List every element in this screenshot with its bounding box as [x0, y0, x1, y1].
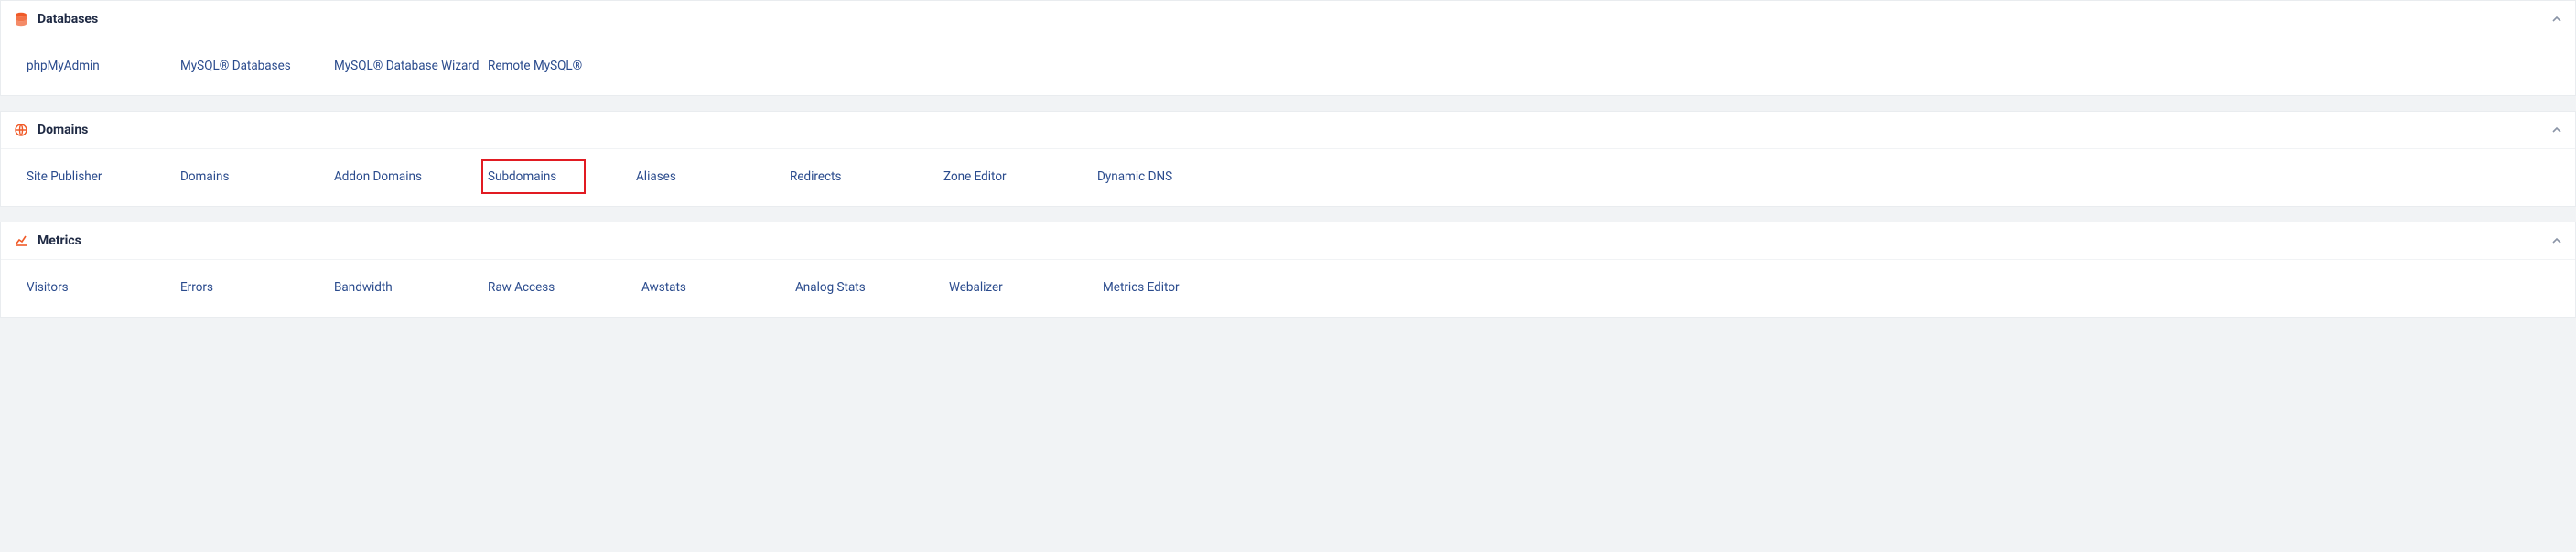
database-icon — [14, 12, 28, 27]
panel-title: Databases — [38, 12, 2551, 27]
panel-domains: Domains Site Publisher Domains Addon Dom… — [0, 111, 2576, 207]
item-metrics-editor[interactable]: Metrics Editor — [1103, 275, 1256, 300]
item-remote-mysql[interactable]: Remote MySQL® — [488, 53, 641, 79]
item-webalizer[interactable]: Webalizer — [949, 275, 1103, 300]
panel-header-metrics[interactable]: Metrics — [1, 222, 2575, 260]
panel-title: Domains — [38, 123, 2551, 137]
panel-body-domains: Site Publisher Domains Addon Domains Sub… — [1, 149, 2575, 206]
item-errors[interactable]: Errors — [180, 275, 334, 300]
item-aliases[interactable]: Aliases — [636, 164, 790, 189]
chart-icon — [14, 233, 28, 248]
chevron-up-icon — [2551, 124, 2562, 135]
item-mysql-databases[interactable]: MySQL® Databases — [180, 53, 334, 79]
item-analog-stats[interactable]: Analog Stats — [795, 275, 949, 300]
item-bandwidth[interactable]: Bandwidth — [334, 275, 488, 300]
panel-header-databases[interactable]: Databases — [1, 1, 2575, 38]
item-domains[interactable]: Domains — [180, 164, 334, 189]
panel-databases: Databases phpMyAdmin MySQL® Databases My… — [0, 0, 2576, 96]
item-redirects[interactable]: Redirects — [790, 164, 943, 189]
chevron-up-icon — [2551, 235, 2562, 246]
panel-body-databases: phpMyAdmin MySQL® Databases MySQL® Datab… — [1, 38, 2575, 95]
panel-metrics: Metrics Visitors Errors Bandwidth Raw Ac… — [0, 222, 2576, 318]
item-visitors[interactable]: Visitors — [27, 275, 180, 300]
item-subdomains[interactable]: Subdomains — [482, 160, 585, 193]
item-mysql-database-wizard[interactable]: MySQL® Database Wizard — [334, 53, 488, 79]
chevron-up-icon — [2551, 14, 2562, 25]
item-site-publisher[interactable]: Site Publisher — [27, 164, 180, 189]
item-awstats[interactable]: Awstats — [641, 275, 795, 300]
item-phpmyadmin[interactable]: phpMyAdmin — [27, 53, 180, 79]
panel-body-metrics: Visitors Errors Bandwidth Raw Access Aws… — [1, 260, 2575, 317]
item-raw-access[interactable]: Raw Access — [488, 275, 641, 300]
item-addon-domains[interactable]: Addon Domains — [334, 164, 488, 189]
panel-header-domains[interactable]: Domains — [1, 112, 2575, 149]
globe-icon — [14, 123, 28, 137]
panel-title: Metrics — [38, 233, 2551, 248]
item-zone-editor[interactable]: Zone Editor — [943, 164, 1097, 189]
item-dynamic-dns[interactable]: Dynamic DNS — [1097, 164, 1251, 189]
